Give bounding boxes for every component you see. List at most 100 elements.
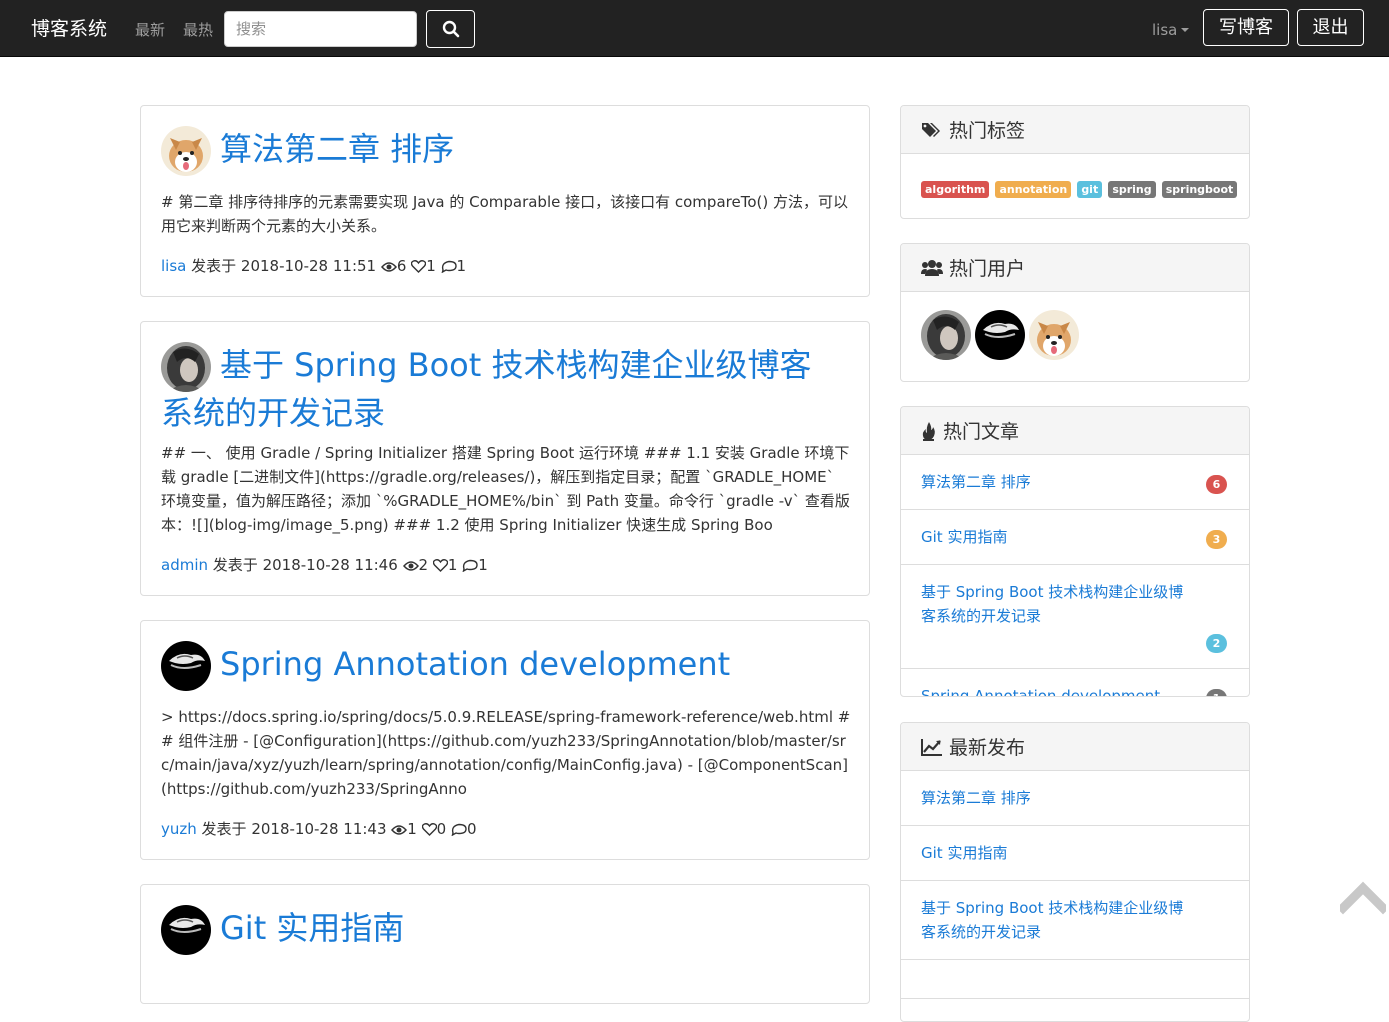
user-avatar[interactable]: [1029, 310, 1079, 360]
latest-article-title: 基于 Spring Boot 技术栈构建企业级博客系统的开发记录: [921, 899, 1184, 941]
like-count: 1: [447, 556, 458, 574]
eye-icon: [402, 561, 419, 571]
tags-icon: [922, 122, 940, 137]
hot-article-title: 基于 Spring Boot 技术栈构建企业级博客系统的开发记录: [921, 583, 1184, 625]
article-title[interactable]: 算法第二章 排序: [161, 125, 831, 173]
author-link[interactable]: admin: [161, 556, 208, 574]
search-input[interactable]: [224, 11, 417, 47]
user-avatar[interactable]: [975, 310, 1025, 360]
eye-icon: [380, 262, 397, 272]
eye-icon: [391, 825, 408, 835]
user-avatar[interactable]: [921, 310, 971, 360]
latest-article-item[interactable]: [901, 959, 1249, 999]
author-link[interactable]: yuzh: [161, 820, 197, 838]
posted-label: 发表于: [191, 257, 237, 275]
view-count-badge: 6: [1206, 475, 1227, 494]
author-link[interactable]: lisa: [161, 257, 186, 275]
article-summary: ## 一、 使用 Gradle / Spring Initializer 搭建 …: [161, 444, 850, 534]
panel-heading: 热门文章: [901, 407, 1249, 455]
tag-list: algorithm annotation git spring springbo…: [901, 154, 1249, 218]
user-name: lisa: [1152, 21, 1178, 39]
latest-article-item[interactable]: 基于 Spring Boot 技术栈构建企业级博客系统的开发记录: [901, 880, 1249, 960]
tag-git[interactable]: git: [1077, 181, 1103, 198]
panel-heading: 最新发布: [901, 723, 1249, 771]
hot-article-item[interactable]: Git 实用指南 3: [901, 509, 1249, 565]
article-title[interactable]: 基于 Spring Boot 技术栈构建企业级博客系统的开发记录: [161, 341, 831, 437]
view-count-badge: 2: [1206, 634, 1227, 653]
line-chart-icon: [921, 738, 942, 756]
like-count: 1: [426, 257, 436, 275]
panel-title: 热门文章: [943, 421, 1020, 443]
latest-article-item[interactable]: 算法第二章 排序: [901, 771, 1249, 826]
hot-articles-panel: 热门文章 算法第二章 排序 6 Git 实用指南 3 基于 Spring Boo…: [900, 406, 1250, 697]
panel-heading: 热门标签: [901, 106, 1249, 154]
tag-spring[interactable]: spring: [1108, 181, 1156, 198]
logout-button[interactable]: 退出: [1297, 9, 1364, 46]
hot-article-item[interactable]: Spring Annotation development 1: [901, 668, 1249, 697]
caret-down-icon: [1181, 28, 1190, 32]
article-card: Git 实用指南: [140, 884, 870, 1004]
search-button[interactable]: [426, 10, 475, 48]
latest-article-item[interactable]: Git 实用指南: [901, 825, 1249, 881]
latest-articles-panel: 最新发布 算法第二章 排序 Git 实用指南 基于 Spring Boot 技术…: [900, 722, 1250, 1022]
view-count: 2: [418, 556, 429, 574]
tag-algorithm[interactable]: algorithm: [921, 181, 990, 198]
heart-icon: [410, 260, 427, 273]
view-count-badge: 3: [1206, 530, 1227, 549]
comment-count: 0: [466, 820, 477, 838]
comment-icon: [440, 260, 457, 274]
panel-title: 热门用户: [949, 258, 1026, 280]
latest-article-title: 算法第二章 排序: [921, 789, 1031, 807]
hot-tags-panel: 热门标签 algorithm annotation git spring spr…: [900, 105, 1250, 219]
users-icon: [921, 259, 943, 276]
nav-latest[interactable]: 最新: [135, 20, 165, 40]
article-card: Spring Annotation development > https://…: [140, 620, 870, 860]
write-blog-button[interactable]: 写博客: [1203, 9, 1289, 46]
article-summary: # 第二章 排序待排序的元素需要实现 Java 的 Comparable 接口，…: [161, 193, 848, 235]
comment-count: 1: [478, 556, 488, 574]
article-title[interactable]: Spring Annotation development: [161, 640, 831, 688]
panel-title: 热门标签: [949, 120, 1026, 142]
hot-article-title: 算法第二章 排序: [921, 473, 1031, 491]
article-meta: yuzh 发表于 2018-10-28 11:43 1 0 0: [161, 819, 477, 839]
brand-logo[interactable]: 博客系统: [31, 17, 107, 41]
latest-article-title: Git 实用指南: [921, 844, 1008, 862]
posted-label: 发表于: [201, 820, 247, 838]
search-icon: [442, 20, 459, 38]
heart-icon: [432, 559, 449, 572]
hot-article-title: Git 实用指南: [921, 528, 1008, 546]
article-summary: > https://docs.spring.io/spring/docs/5.0…: [161, 708, 851, 798]
hot-users-panel: 热门用户: [900, 243, 1250, 382]
user-list: [901, 292, 1249, 381]
back-to-top-button[interactable]: [1336, 878, 1389, 918]
user-menu-dropdown[interactable]: lisa: [1152, 20, 1190, 40]
article-meta: admin 发表于 2018-10-28 11:46 2 1 1: [161, 555, 488, 575]
comment-icon: [451, 823, 467, 837]
panel-heading: 热门用户: [901, 244, 1249, 292]
heart-icon: [421, 823, 437, 836]
post-date: 2018-10-28 11:51: [240, 257, 377, 275]
chevron-up-icon: [1336, 881, 1389, 915]
nav-hottest[interactable]: 最热: [183, 20, 213, 40]
article-card: 基于 Spring Boot 技术栈构建企业级博客系统的开发记录 ## 一、 使…: [140, 321, 870, 596]
hot-article-item[interactable]: 基于 Spring Boot 技术栈构建企业级博客系统的开发记录 2: [901, 564, 1249, 669]
posted-label: 发表于: [212, 556, 258, 574]
fire-icon: [922, 421, 935, 441]
top-navbar: 博客系统 最新 最热 lisa 写博客 退出: [0, 0, 1389, 57]
panel-title: 最新发布: [949, 737, 1026, 759]
hot-article-item[interactable]: 算法第二章 排序 6: [901, 455, 1249, 510]
tag-annotation[interactable]: annotation: [995, 181, 1072, 198]
article-meta: lisa 发表于 2018-10-28 11:51 6 1 1: [161, 256, 466, 276]
post-date: 2018-10-28 11:43: [251, 820, 387, 838]
article-title[interactable]: Git 实用指南: [161, 904, 831, 952]
comment-count: 1: [456, 257, 467, 275]
like-count: 0: [436, 820, 447, 838]
view-count: 1: [407, 820, 417, 838]
tag-springboot[interactable]: springboot: [1161, 181, 1238, 198]
view-count: 6: [396, 257, 407, 275]
hot-article-title: Spring Annotation development: [921, 687, 1161, 697]
article-card: 算法第二章 排序 # 第二章 排序待排序的元素需要实现 Java 的 Compa…: [140, 105, 870, 297]
post-date: 2018-10-28 11:46: [262, 556, 398, 574]
view-count-badge: 1: [1206, 689, 1227, 696]
comment-icon: [462, 559, 478, 573]
